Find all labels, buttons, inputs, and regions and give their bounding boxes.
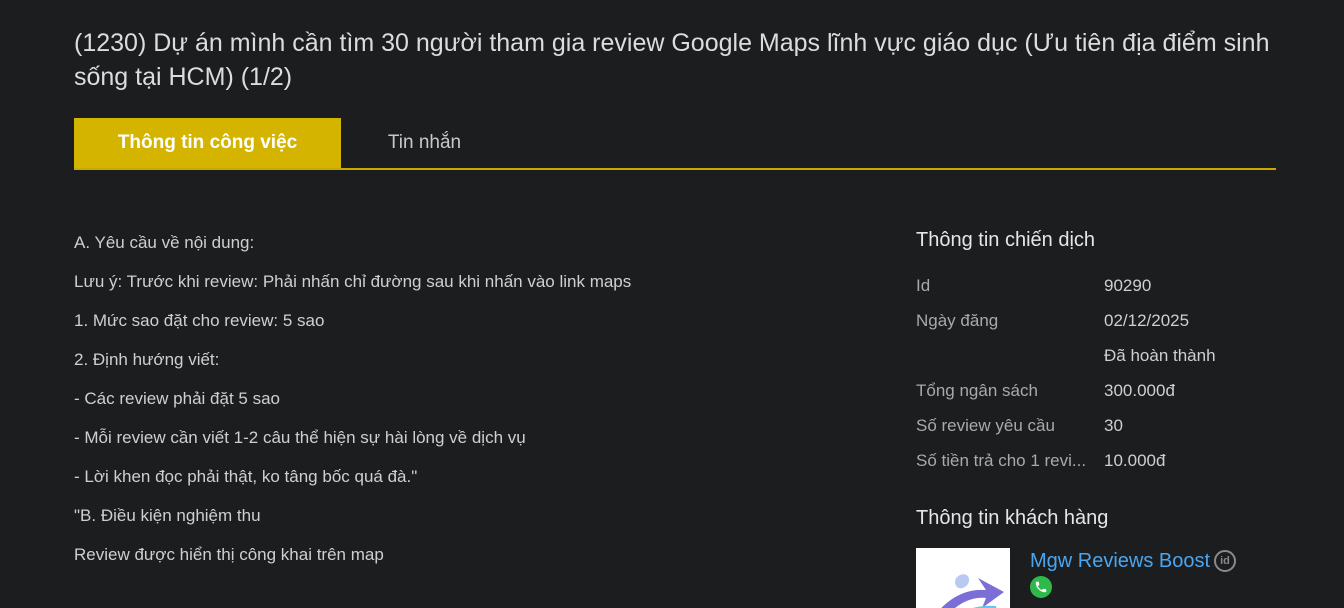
customer-card: Mgw Reviews Boost id — [916, 548, 1276, 608]
description-line: Lưu ý: Trước khi review: Phải nhấn chỉ đ… — [74, 272, 632, 291]
campaign-id-row: Id 90290 — [916, 268, 1276, 303]
description-line: - Lời khen đọc phải thật, ko tâng bốc qu… — [74, 467, 418, 486]
info-value: 90290 — [1104, 275, 1152, 295]
description-line: A. Yêu cầu về nội dung: — [74, 233, 255, 252]
whatsapp-icon — [1035, 581, 1047, 593]
description-line: 2. Định hướng viết: — [74, 350, 220, 369]
info-label: Số tiền trả cho 1 revi... — [916, 450, 1087, 470]
campaign-review-count-row: Số review yêu cầu 30 — [916, 408, 1276, 443]
customer-avatar[interactable] — [916, 548, 1010, 608]
phone-icon[interactable] — [1030, 576, 1052, 598]
page-title: (1230) Dự án mình cần tìm 30 người tham … — [74, 29, 1270, 91]
sidebar: Thông tin chiến dịch Id 90290 Ngày đăng … — [916, 226, 1276, 608]
campaign-date-row: Ngày đăng 02/12/2025 — [916, 303, 1276, 338]
job-description: A. Yêu cầu về nội dung: Lưu ý: Trước khi… — [74, 228, 634, 579]
campaign-budget-row: Tổng ngân sách 300.000đ — [916, 373, 1276, 408]
description-line: - Mỗi review cần viết 1-2 câu thể hiện s… — [74, 428, 526, 447]
tab-messages[interactable]: Tin nhắn — [341, 118, 508, 168]
info-value: 300.000đ — [1104, 380, 1175, 400]
status-value: Đã hoàn thành — [1104, 345, 1216, 365]
tab-job-info-label: Thông tin công việc — [117, 132, 298, 153]
tab-messages-label: Tin nhắn — [387, 132, 462, 153]
info-value: 30 — [1104, 415, 1123, 435]
campaign-info-heading: Thông tin chiến dịch — [916, 229, 1096, 251]
description-line: - Các review phải đặt 5 sao — [74, 389, 280, 408]
customer-logo-icon — [916, 548, 1010, 608]
campaign-status-row: Đã hoàn thành — [916, 338, 1276, 373]
description-line: 1. Mức sao đặt cho review: 5 sao — [74, 311, 325, 330]
id-badge-icon[interactable]: id — [1214, 550, 1236, 572]
campaign-pay-row: Số tiền trả cho 1 revi... 10.000đ — [916, 443, 1276, 478]
customer-info-heading: Thông tin khách hàng — [916, 507, 1109, 529]
tab-bar: Thông tin công việc Tin nhắn — [74, 118, 1276, 170]
info-label: Tổng ngân sách — [916, 380, 1038, 400]
description-line: "B. Điều kiện nghiệm thu — [74, 506, 261, 525]
info-label: Số review yêu cầu — [916, 415, 1055, 435]
campaign-info-list: Id 90290 Ngày đăng 02/12/2025 Đã hoàn th… — [916, 268, 1276, 478]
info-value: 10.000đ — [1104, 450, 1166, 470]
job-detail-page: (1230) Dự án mình cần tìm 30 người tham … — [0, 0, 1344, 608]
description-line: Review được hiển thị công khai trên map — [74, 545, 384, 564]
customer-name-link[interactable]: Mgw Reviews Boost — [1030, 548, 1210, 574]
info-value: 02/12/2025 — [1104, 310, 1190, 330]
tab-job-info[interactable]: Thông tin công việc — [74, 118, 341, 168]
info-label: Id — [916, 275, 931, 295]
info-label: Ngày đăng — [916, 310, 999, 330]
